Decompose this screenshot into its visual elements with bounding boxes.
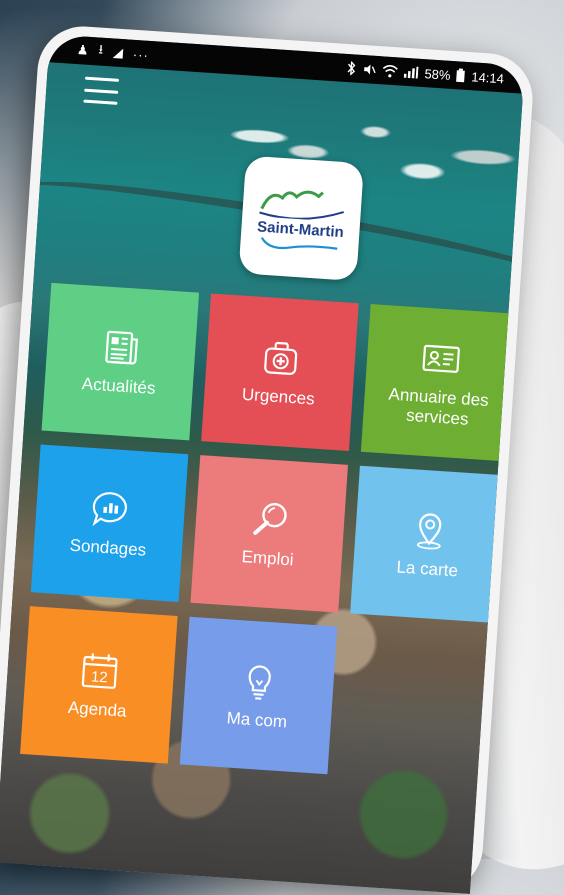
id-card-icon — [422, 344, 460, 373]
image-icon: ◢ — [112, 44, 125, 61]
download-icon: ⭳ — [98, 41, 105, 57]
app-logo: Saint-Martin — [238, 155, 364, 282]
bluetooth-icon — [347, 60, 356, 76]
notification-icon: ♟ — [76, 42, 91, 58]
tile-label: Annuaire des services — [388, 384, 490, 429]
battery-icon — [456, 68, 466, 83]
status-notifications: ♟ ⭳ ◢ ··· — [76, 39, 150, 66]
newspaper-icon — [105, 330, 138, 365]
calendar-icon: 12 — [81, 653, 118, 689]
tile-emploi[interactable]: Emploi — [190, 455, 348, 613]
saint-martin-emblem-icon — [259, 190, 345, 220]
chat-chart-icon — [92, 491, 127, 526]
tile-label: Ma com — [226, 708, 288, 732]
tile-label: Emploi — [241, 546, 295, 570]
more-icon: ··· — [132, 46, 150, 63]
signal-icon — [404, 66, 419, 79]
tile-ma-com[interactable]: Ma com — [179, 616, 338, 775]
tile-urgences[interactable]: Urgences — [201, 293, 359, 451]
tile-agenda[interactable]: 12 Agenda — [20, 606, 178, 764]
tile-label: Sondages — [69, 535, 147, 560]
battery-level: 58% — [424, 65, 451, 83]
clock: 14:14 — [470, 68, 505, 86]
lightbulb-icon — [248, 665, 271, 700]
calendar-day: 12 — [90, 668, 108, 686]
tile-label: Agenda — [67, 697, 128, 721]
tile-la-carte[interactable]: La carte — [350, 465, 508, 624]
magnifier-icon — [253, 502, 287, 535]
first-aid-icon — [264, 341, 298, 375]
tile-label: Urgences — [241, 384, 316, 409]
tile-actualites[interactable]: Actualités — [41, 282, 200, 441]
mute-icon — [364, 64, 377, 75]
tile-sondages[interactable]: Sondages — [30, 444, 189, 602]
tile-annuaire[interactable]: Annuaire des services — [360, 304, 519, 462]
app-screen: ♟ ⭳ ◢ ··· 58% 14:14 Saint-Martin Actuali… — [0, 34, 525, 894]
phone-frame: ♟ ⭳ ◢ ··· 58% 14:14 Saint-Martin Actuali… — [0, 23, 536, 895]
map-pin-icon — [416, 513, 442, 550]
menu-bar — [84, 88, 119, 94]
menu-grid: Actualités Urgences Annuaire des service… — [20, 282, 519, 785]
menu-button[interactable] — [83, 76, 120, 105]
tile-label: Actualités — [81, 373, 157, 398]
tile-label: La carte — [395, 557, 459, 581]
wifi-icon — [383, 64, 399, 77]
status-system: 58% 14:14 — [346, 60, 505, 86]
